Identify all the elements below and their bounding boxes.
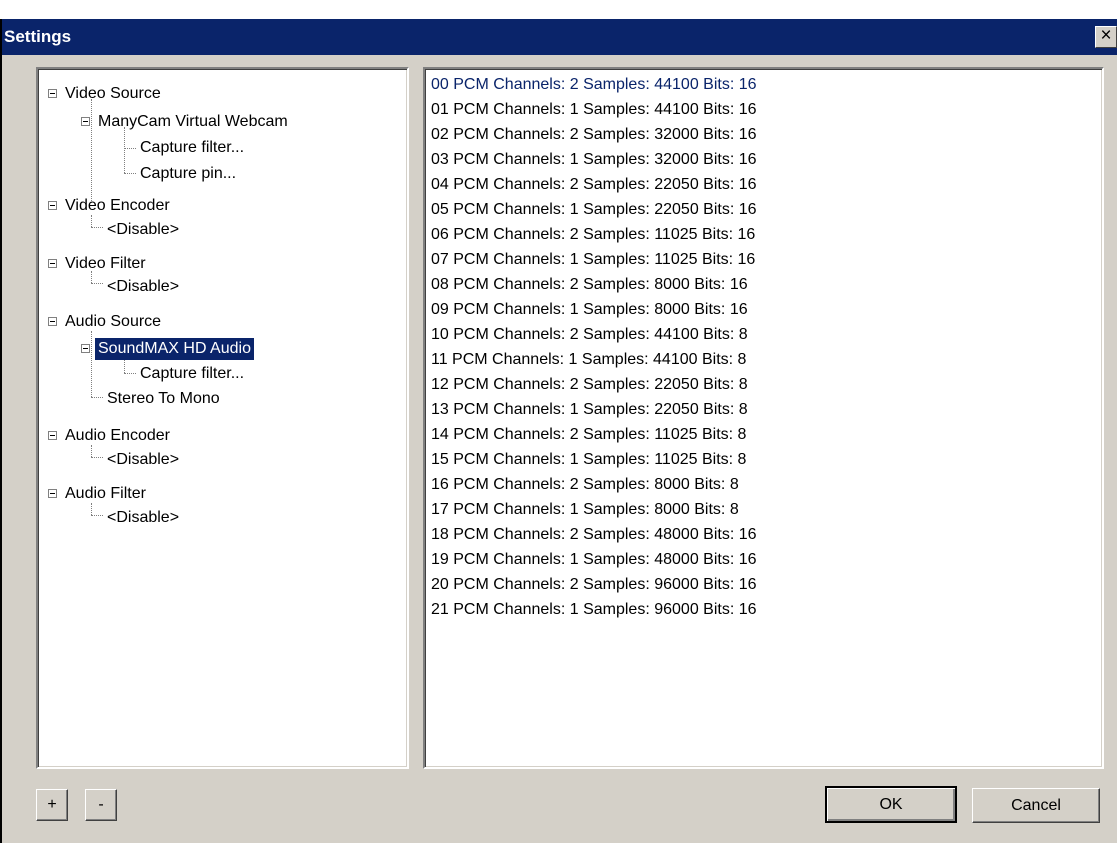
collapse-icon[interactable] — [48, 259, 57, 268]
tree-connector — [91, 457, 103, 458]
tree-node-label: Stereo To Mono — [107, 390, 220, 407]
tree-node-label: Capture filter... — [140, 139, 245, 156]
list-item[interactable]: 08 PCM Channels: 2 Samples: 8000 Bits: 1… — [431, 272, 748, 297]
tree-connector — [91, 397, 103, 398]
collapse-icon[interactable] — [81, 344, 90, 353]
list-item[interactable]: 15 PCM Channels: 1 Samples: 11025 Bits: … — [431, 447, 746, 472]
list-item[interactable]: 01 PCM Channels: 1 Samples: 44100 Bits: … — [431, 97, 757, 122]
collapse-icon[interactable] — [48, 431, 57, 440]
list-item[interactable]: 03 PCM Channels: 1 Samples: 32000 Bits: … — [431, 147, 757, 172]
settings-window: Settings × Video Source ManyCam Virtual … — [0, 19, 1117, 843]
tree-node-label: Video Encoder — [65, 197, 170, 214]
cancel-button[interactable]: Cancel — [972, 788, 1100, 823]
tree-node-label: Capture pin... — [140, 165, 237, 182]
list-item[interactable]: 12 PCM Channels: 2 Samples: 22050 Bits: … — [431, 372, 748, 397]
list-item[interactable]: 18 PCM Channels: 2 Samples: 48000 Bits: … — [431, 522, 757, 547]
collapse-icon[interactable] — [48, 201, 57, 210]
tree-connector — [124, 359, 125, 373]
close-button[interactable]: × — [1095, 26, 1117, 48]
ok-button[interactable]: OK — [825, 786, 957, 823]
tree-connector — [91, 515, 103, 516]
tree-connector — [124, 127, 125, 173]
collapse-icon[interactable] — [48, 489, 57, 498]
title-bar[interactable]: Settings × — [2, 19, 1117, 55]
tree-node-label: ManyCam Virtual Webcam — [98, 113, 288, 130]
tree-node-label: Audio Filter — [65, 485, 146, 502]
list-item[interactable]: 05 PCM Channels: 1 Samples: 22050 Bits: … — [431, 197, 757, 222]
tree-connector — [124, 373, 136, 374]
tree-node-label: Video Source — [65, 85, 161, 102]
audio-format-list[interactable]: 00 PCM Channels: 2 Samples: 44100 Bits: … — [423, 67, 1104, 769]
add-button[interactable]: + — [36, 789, 68, 821]
list-item[interactable]: 21 PCM Channels: 1 Samples: 96000 Bits: … — [431, 597, 757, 622]
list-item[interactable]: 09 PCM Channels: 1 Samples: 8000 Bits: 1… — [431, 297, 748, 322]
remove-button[interactable]: - — [85, 789, 117, 821]
tree-connector — [124, 148, 136, 149]
tree-connector — [91, 331, 92, 397]
tree-connector — [91, 227, 103, 228]
list-item[interactable]: 14 PCM Channels: 2 Samples: 11025 Bits: … — [431, 422, 746, 447]
tree-node-label: <Disable> — [107, 451, 180, 468]
tree-connector — [91, 283, 103, 284]
list-item[interactable]: 11 PCM Channels: 1 Samples: 44100 Bits: … — [431, 347, 746, 372]
list-item[interactable]: 04 PCM Channels: 2 Samples: 22050 Bits: … — [431, 172, 757, 197]
collapse-icon[interactable] — [81, 117, 90, 126]
list-item[interactable]: 16 PCM Channels: 2 Samples: 8000 Bits: 8 — [431, 472, 739, 497]
tree-node-label: <Disable> — [107, 278, 180, 295]
tree-connector — [124, 173, 136, 174]
list-item[interactable]: 06 PCM Channels: 2 Samples: 11025 Bits: … — [431, 222, 755, 247]
tree-node-label: SoundMAX HD Audio — [95, 338, 254, 360]
list-item[interactable]: 07 PCM Channels: 1 Samples: 11025 Bits: … — [431, 247, 755, 272]
tree-node-label: Audio Source — [65, 313, 162, 330]
tree-node-label: Capture filter... — [140, 365, 245, 382]
list-item[interactable]: 02 PCM Channels: 2 Samples: 32000 Bits: … — [431, 122, 757, 147]
list-item[interactable]: 17 PCM Channels: 1 Samples: 8000 Bits: 8 — [431, 497, 739, 522]
tree-node-label: <Disable> — [107, 509, 180, 526]
list-item[interactable]: 19 PCM Channels: 1 Samples: 48000 Bits: … — [431, 547, 757, 572]
list-item[interactable]: 13 PCM Channels: 1 Samples: 22050 Bits: … — [431, 397, 748, 422]
tree-node-label: Video Filter — [65, 255, 146, 272]
collapse-icon[interactable] — [48, 317, 57, 326]
settings-tree[interactable]: Video Source ManyCam Virtual Webcam Capt… — [36, 67, 409, 769]
list-item[interactable]: 00 PCM Channels: 2 Samples: 44100 Bits: … — [431, 72, 757, 97]
tree-node-label: <Disable> — [107, 221, 180, 238]
tree-connector — [91, 99, 92, 203]
list-item[interactable]: 10 PCM Channels: 2 Samples: 44100 Bits: … — [431, 322, 748, 347]
window-title: Settings — [4, 27, 72, 46]
tree-node-label: Audio Encoder — [65, 427, 170, 444]
list-item[interactable]: 20 PCM Channels: 2 Samples: 96000 Bits: … — [431, 572, 757, 597]
collapse-icon[interactable] — [48, 89, 57, 98]
